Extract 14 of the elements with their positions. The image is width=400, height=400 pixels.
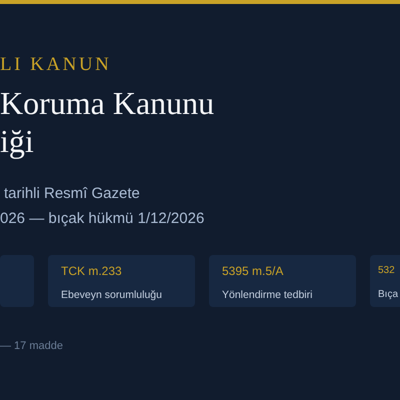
article-label: Bıça bbox=[378, 288, 398, 302]
article-label: Yönlendirme tedbiri bbox=[222, 288, 312, 302]
article-card[interactable]: TCK m.233 Ebeveyn sorumluluğu bbox=[48, 255, 195, 307]
section-kicker: LI KANUN bbox=[0, 54, 112, 76]
article-reference: 5395 m.5/A bbox=[222, 264, 284, 278]
article-label: Ebeveyn sorumluluğu bbox=[61, 288, 162, 302]
article-reference: TCK m.233 bbox=[61, 264, 122, 278]
article-card[interactable]: 5395 m.5/A Yönlendirme tedbiri bbox=[209, 255, 356, 307]
page-title: Koruma Kanunu iği bbox=[0, 84, 214, 160]
subtitle-line: tarihli Resmî Gazete bbox=[3, 184, 140, 204]
subtitle-line: 026 — bıçak hükmü 1/12/2026 bbox=[0, 209, 204, 229]
article-count: — 17 madde bbox=[0, 339, 63, 353]
article-card[interactable]: 532 Bıça bbox=[370, 255, 400, 307]
article-reference: 532 bbox=[378, 264, 395, 278]
